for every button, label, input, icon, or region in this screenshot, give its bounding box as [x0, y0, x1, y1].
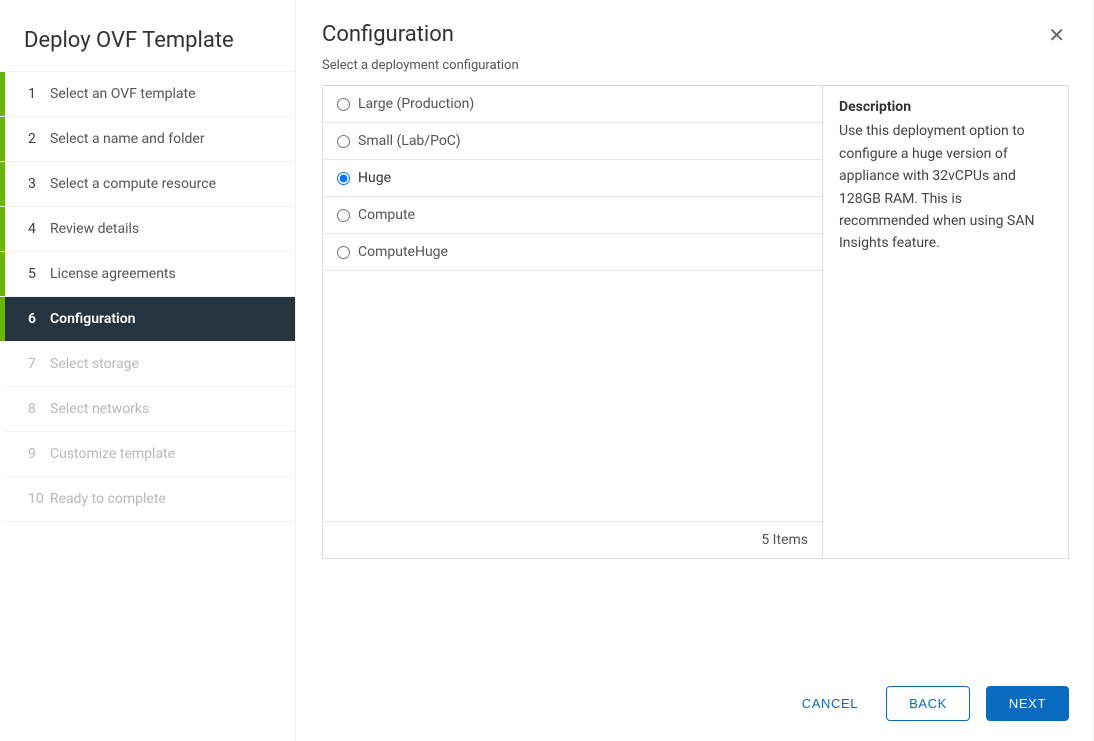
step-number: 6 [28, 311, 50, 327]
step-label: Ready to complete [50, 491, 166, 507]
description-panel: Description Use this deployment option t… [822, 86, 1068, 558]
wizard-title: Deploy OVF Template [0, 28, 295, 71]
config-option-radio[interactable] [337, 209, 350, 222]
wizard-dialog: Deploy OVF Template 1Select an OVF templ… [0, 0, 1094, 741]
options-spacer [323, 271, 822, 521]
config-option-radio[interactable] [337, 246, 350, 259]
step-label: Customize template [50, 446, 175, 462]
step-label: Select a name and folder [50, 131, 205, 147]
config-option-radio[interactable] [337, 98, 350, 111]
step-label: License agreements [50, 266, 176, 282]
wizard-main: Configuration ✕ Select a deployment conf… [296, 0, 1093, 741]
step-number: 5 [28, 266, 50, 282]
config-option-label: Compute [358, 207, 415, 223]
step-number: 7 [28, 356, 50, 372]
config-option-row[interactable]: Compute [323, 197, 822, 234]
content-area: Large (Production) Small (Lab/PoC) Huge Com… [322, 85, 1069, 559]
page-subtitle: Select a deployment configuration [322, 58, 1069, 73]
wizard-step-9: 9Customize template [4, 431, 295, 476]
step-label: Configuration [50, 311, 135, 327]
step-label: Select an OVF template [50, 86, 196, 102]
config-option-row[interactable]: ComputeHuge [323, 234, 822, 271]
wizard-step-3[interactable]: 3Select a compute resource [4, 161, 295, 206]
config-option-label: ComputeHuge [358, 244, 448, 260]
config-option-label: Large (Production) [358, 96, 474, 112]
step-label: Review details [50, 221, 139, 237]
step-number: 4 [28, 221, 50, 237]
close-button[interactable]: ✕ [1044, 22, 1069, 50]
config-option-row[interactable]: Small (Lab/PoC) [323, 123, 822, 160]
wizard-step-2[interactable]: 2Select a name and folder [4, 116, 295, 161]
config-option-label: Huge [358, 170, 391, 186]
main-header: Configuration ✕ [322, 22, 1069, 50]
step-number: 1 [28, 86, 50, 102]
back-button[interactable]: BACK [886, 686, 970, 721]
wizard-step-8: 8Select networks [4, 386, 295, 431]
wizard-step-6[interactable]: 6Configuration [4, 296, 295, 341]
step-label: Select networks [50, 401, 149, 417]
step-label: Select a compute resource [50, 176, 216, 192]
description-text: Use this deployment option to configure … [839, 120, 1052, 254]
wizard-sidebar: Deploy OVF Template 1Select an OVF templ… [0, 0, 296, 741]
close-icon: ✕ [1048, 25, 1065, 47]
step-number: 9 [28, 446, 50, 462]
wizard-step-5[interactable]: 5License agreements [4, 251, 295, 296]
wizard-steps-list: 1Select an OVF template2Select a name an… [0, 71, 295, 522]
config-option-row[interactable]: Large (Production) [323, 86, 822, 123]
next-button[interactable]: NEXT [986, 686, 1069, 721]
wizard-step-4[interactable]: 4Review details [4, 206, 295, 251]
items-count-footer: 5 Items [323, 521, 822, 558]
cancel-button[interactable]: CANCEL [790, 686, 870, 721]
description-heading: Description [839, 96, 1052, 118]
config-option-radio[interactable] [337, 172, 350, 185]
wizard-step-1[interactable]: 1Select an OVF template [4, 71, 295, 116]
config-option-row[interactable]: Huge [323, 160, 822, 197]
step-number: 2 [28, 131, 50, 147]
wizard-footer: CANCEL BACK NEXT [322, 666, 1069, 721]
page-title: Configuration [322, 22, 454, 47]
options-list: Large (Production) Small (Lab/PoC) Huge Com… [323, 86, 822, 271]
step-label: Select storage [50, 356, 139, 372]
wizard-step-10: 10Ready to complete [4, 476, 295, 522]
options-column: Large (Production) Small (Lab/PoC) Huge Com… [323, 86, 822, 558]
step-number: 8 [28, 401, 50, 417]
step-number: 3 [28, 176, 50, 192]
config-option-radio[interactable] [337, 135, 350, 148]
config-option-label: Small (Lab/PoC) [358, 133, 461, 149]
wizard-step-7: 7Select storage [4, 341, 295, 386]
step-number: 10 [28, 491, 50, 507]
